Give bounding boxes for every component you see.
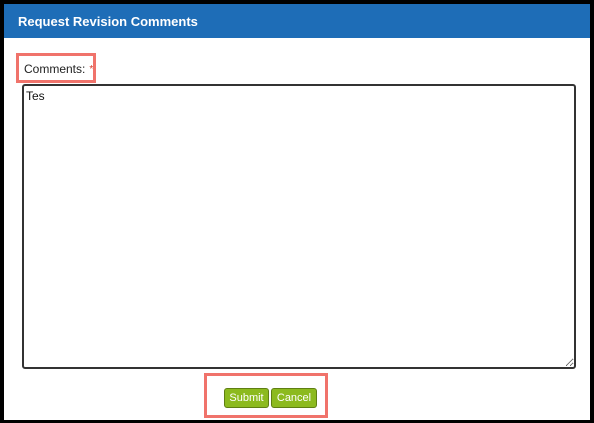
submit-button[interactable]: Submit	[224, 388, 269, 408]
comments-label-text: Comments:	[24, 62, 86, 76]
required-marker: *	[89, 64, 94, 75]
comments-textarea[interactable]: Tes	[22, 84, 576, 369]
comments-label: Comments: *	[24, 62, 93, 76]
cancel-button[interactable]: Cancel	[271, 388, 317, 408]
dialog-header: Request Revision Comments	[4, 4, 590, 40]
dialog-title: Request Revision Comments	[18, 13, 198, 29]
